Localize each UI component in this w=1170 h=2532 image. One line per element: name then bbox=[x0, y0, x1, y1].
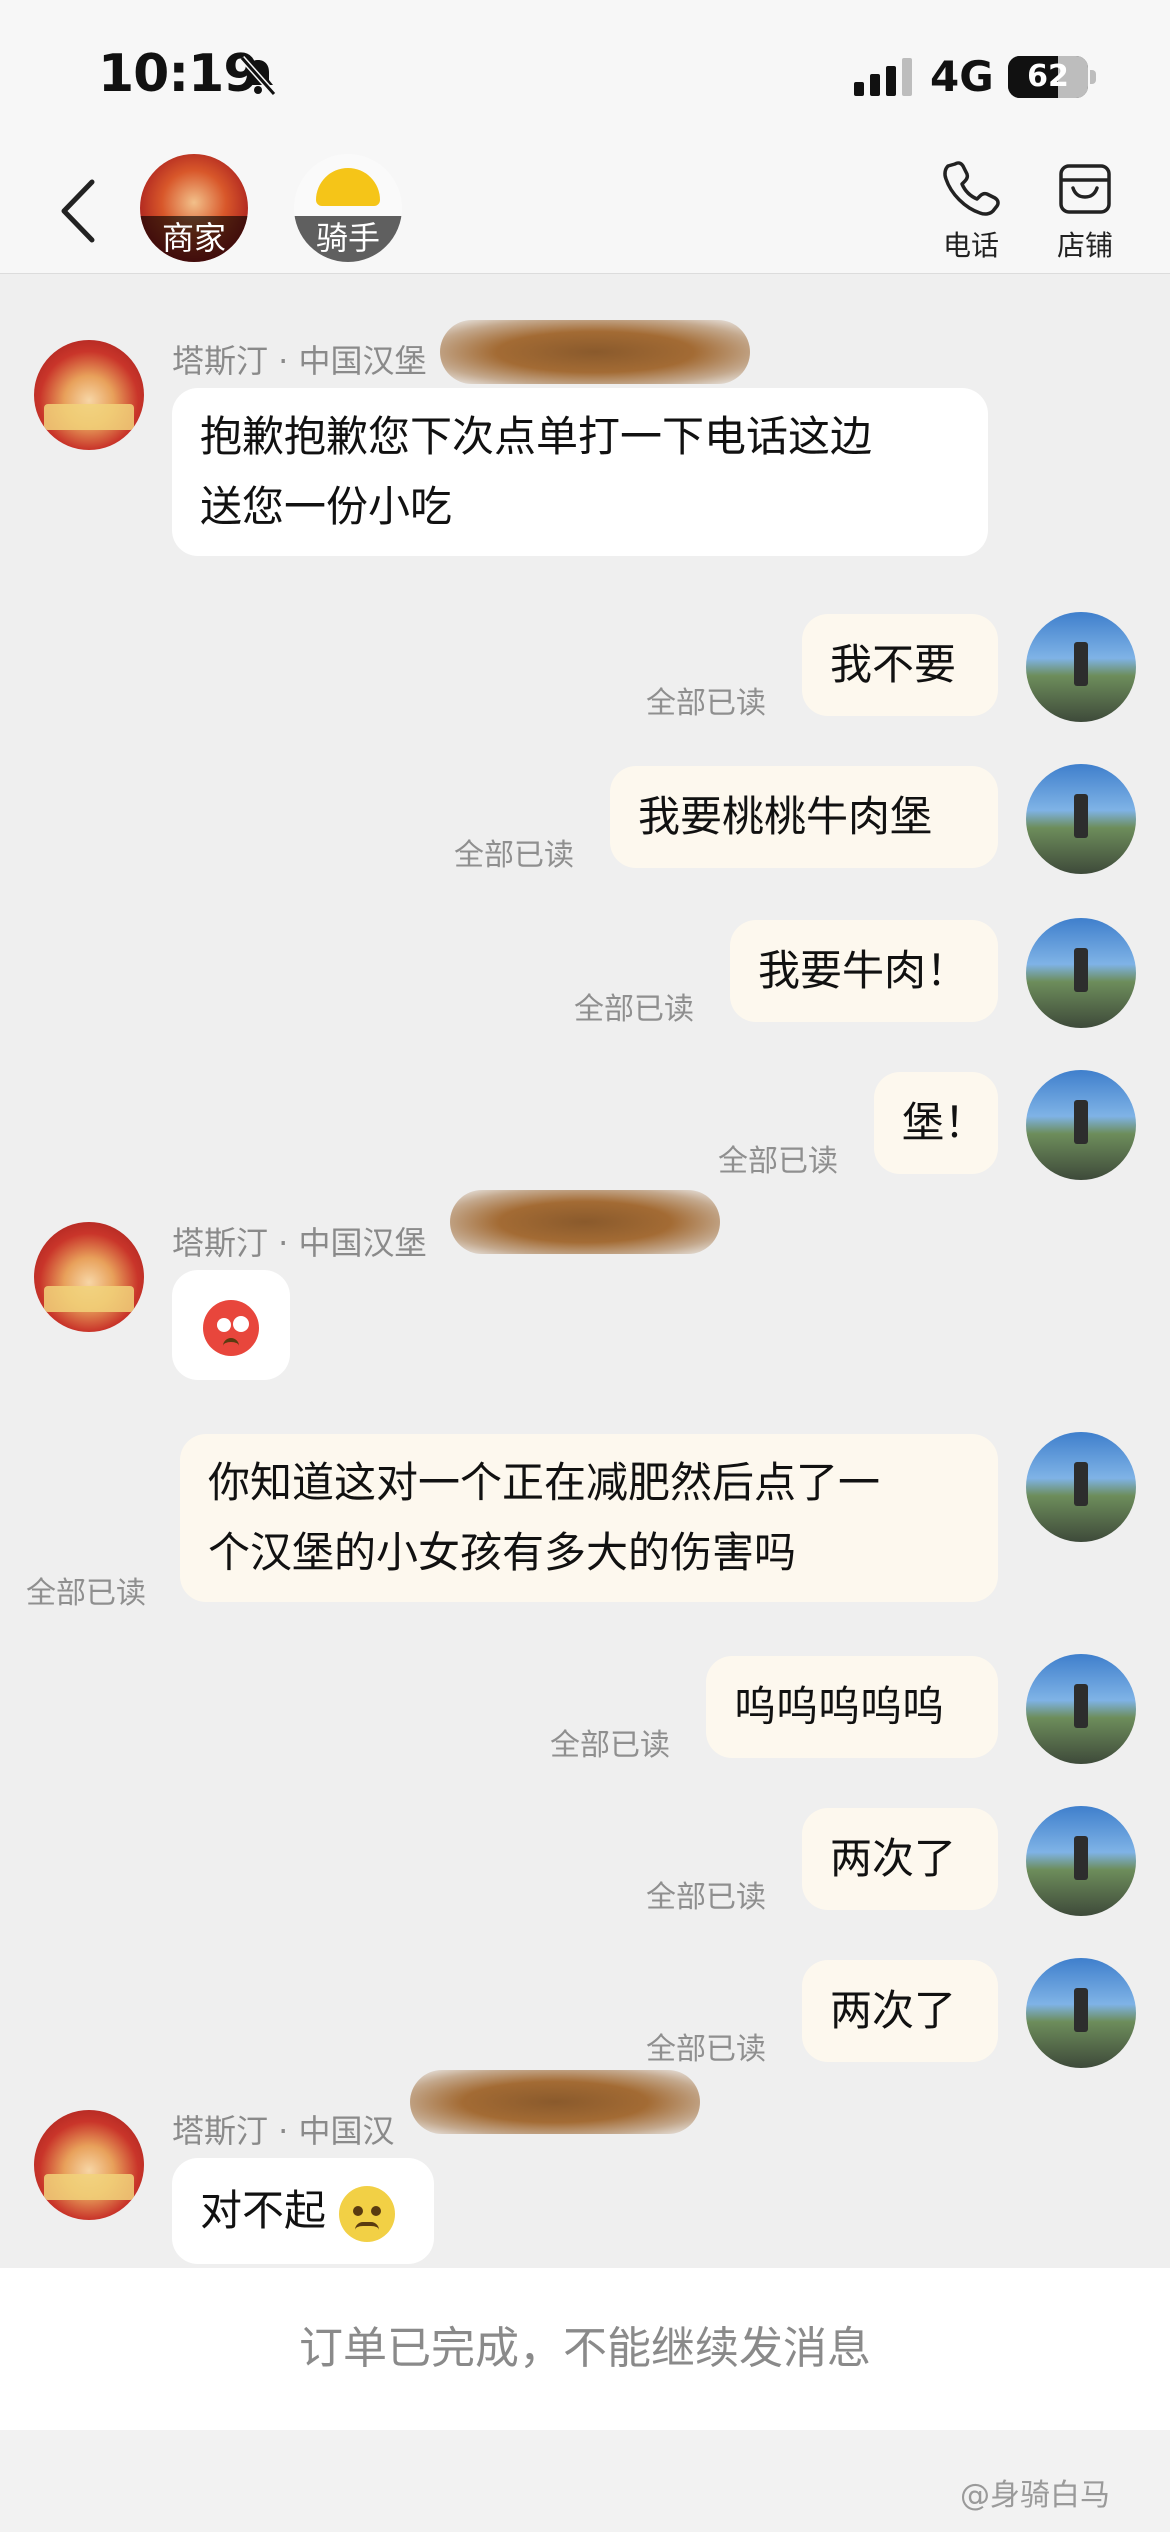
message-bubble[interactable]: 你知道这对一个正在减肥然后点了一 个汉堡的小女孩有多大的伤害吗 bbox=[180, 1434, 998, 1602]
tab-merchant-label: 商家 bbox=[140, 216, 248, 262]
redaction-smudge bbox=[450, 1190, 720, 1254]
back-icon[interactable] bbox=[58, 178, 98, 244]
battery-tip bbox=[1090, 70, 1096, 84]
message-bubble[interactable]: 我要桃桃牛肉堡 bbox=[610, 766, 998, 868]
chat-closed-notice: 订单已完成，不能继续发消息 bbox=[0, 2268, 1170, 2430]
message-line: 送您一份小吃 bbox=[200, 482, 453, 531]
network-type: 4G bbox=[930, 52, 994, 101]
read-status: 全部已读 bbox=[26, 1576, 146, 1611]
message-bubble[interactable]: 抱歉抱歉您下次点单打一下电话这边 送您一份小吃 bbox=[172, 388, 988, 556]
message-bubble[interactable]: 我不要 bbox=[802, 614, 998, 716]
battery-icon: 62 bbox=[1008, 56, 1088, 98]
read-status: 全部已读 bbox=[574, 992, 694, 1027]
signal-icon bbox=[854, 58, 912, 96]
user-avatar[interactable] bbox=[1026, 1806, 1136, 1916]
sender-name: 塔斯汀 · 中国汉 bbox=[172, 2112, 395, 2150]
message-line: 个汉堡的小女孩有多大的伤害吗 bbox=[208, 1528, 797, 1577]
read-status: 全部已读 bbox=[646, 1880, 766, 1915]
user-avatar[interactable] bbox=[1026, 764, 1136, 874]
store-icon bbox=[1059, 164, 1111, 214]
message-bubble[interactable]: 我要牛肉！ bbox=[730, 920, 998, 1022]
chat-header: 商家 骑手 电话 店铺 bbox=[0, 150, 1170, 274]
read-status: 全部已读 bbox=[454, 838, 574, 873]
status-bar: 10:19 4G 62 bbox=[0, 0, 1170, 150]
phone-icon bbox=[943, 161, 1000, 216]
message-line: 抱歉抱歉您下次点单打一下电话这边 bbox=[200, 412, 873, 461]
message-text: 对不起 bbox=[200, 2186, 327, 2235]
notice-text: 订单已完成，不能继续发消息 bbox=[299, 2323, 871, 2374]
store-label: 店铺 bbox=[1056, 229, 1113, 262]
store-button[interactable]: 店铺 bbox=[1040, 158, 1130, 268]
message-bubble[interactable]: 呜呜呜呜呜 bbox=[706, 1656, 998, 1758]
message-bubble[interactable]: 两次了 bbox=[802, 1960, 998, 2062]
phone-button[interactable]: 电话 bbox=[926, 158, 1016, 268]
rider-helmet-icon bbox=[316, 168, 380, 206]
message-bubble[interactable]: 对不起 bbox=[172, 2158, 434, 2264]
merchant-avatar[interactable] bbox=[34, 340, 144, 450]
sender-name: 塔斯汀 · 中国汉堡 bbox=[172, 1224, 427, 1262]
user-avatar[interactable] bbox=[1026, 1432, 1136, 1542]
read-status: 全部已读 bbox=[646, 2032, 766, 2067]
user-avatar[interactable] bbox=[1026, 1654, 1136, 1764]
tab-rider[interactable]: 骑手 bbox=[294, 154, 402, 262]
user-avatar[interactable] bbox=[1026, 1070, 1136, 1180]
merchant-avatar[interactable] bbox=[34, 1222, 144, 1332]
message-line: 你知道这对一个正在减肥然后点了一 bbox=[208, 1458, 881, 1507]
user-avatar[interactable] bbox=[1026, 918, 1136, 1028]
redaction-smudge bbox=[410, 2070, 700, 2134]
read-status: 全部已读 bbox=[718, 1144, 838, 1179]
watermark: @身骑白马 bbox=[960, 2478, 1110, 2513]
redaction-smudge bbox=[440, 320, 750, 384]
pleading-face-emoji bbox=[339, 2185, 396, 2242]
battery-percent: 62 bbox=[1027, 59, 1069, 94]
merchant-avatar[interactable] bbox=[34, 2110, 144, 2220]
bell-muted-icon bbox=[239, 56, 277, 96]
phone-label: 电话 bbox=[942, 229, 999, 262]
tab-merchant[interactable]: 商家 bbox=[140, 154, 248, 262]
message-bubble[interactable]: 堡！ bbox=[874, 1072, 998, 1174]
sender-name: 塔斯汀 · 中国汉堡 bbox=[172, 342, 427, 380]
message-bubble[interactable]: 两次了 bbox=[802, 1808, 998, 1910]
status-time: 10:19 bbox=[98, 44, 260, 104]
read-status: 全部已读 bbox=[646, 686, 766, 721]
user-avatar[interactable] bbox=[1026, 612, 1136, 722]
tab-rider-label: 骑手 bbox=[294, 216, 402, 262]
flushed-face-emoji bbox=[203, 1299, 259, 1356]
user-avatar[interactable] bbox=[1026, 1958, 1136, 2068]
message-bubble[interactable] bbox=[172, 1270, 290, 1380]
read-status: 全部已读 bbox=[550, 1728, 670, 1763]
